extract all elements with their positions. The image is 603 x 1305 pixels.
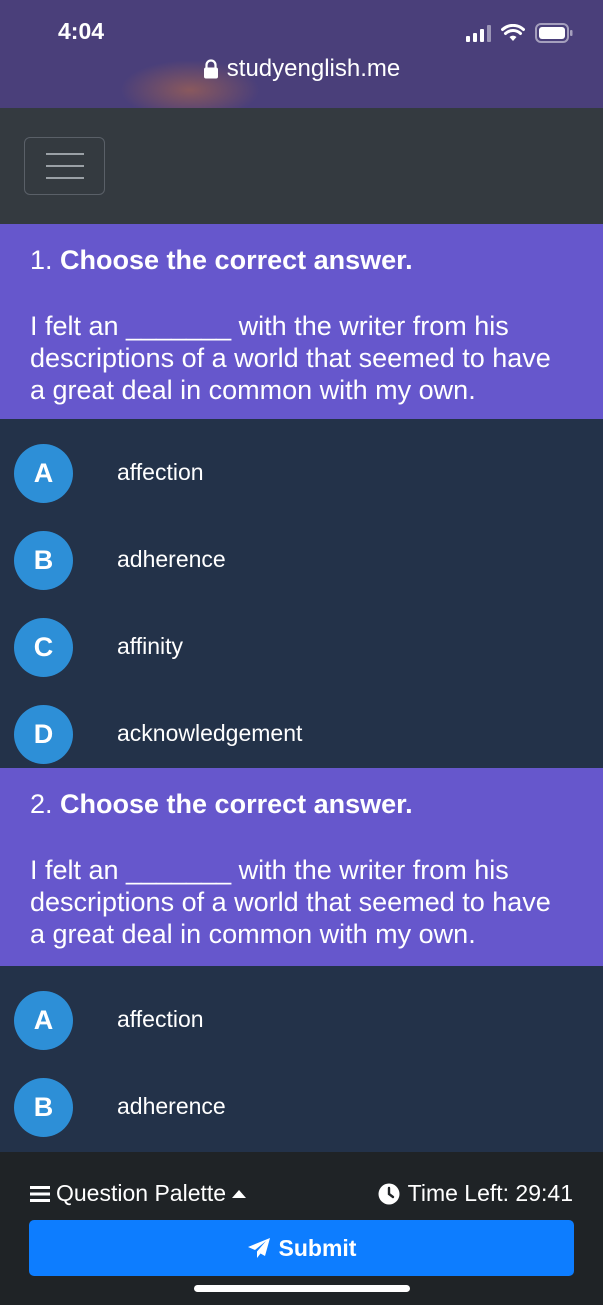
question-card: 2. Choose the correct answer. I felt an … xyxy=(0,768,603,966)
submit-label: Submit xyxy=(278,1234,357,1261)
option-letter: D xyxy=(14,705,73,764)
option-text: acknowledgement xyxy=(117,720,303,746)
question-title: Choose the correct answer. xyxy=(60,245,413,275)
list-icon xyxy=(30,1185,50,1202)
status-bar: 4:04 studyenglish.me xyxy=(0,0,603,120)
question-title: Choose the correct answer. xyxy=(60,789,413,819)
option-letter: C xyxy=(14,618,73,677)
question-heading: 2. Choose the correct answer. xyxy=(30,788,573,820)
submit-button[interactable]: Submit xyxy=(29,1220,574,1276)
option-text: affection xyxy=(117,459,204,485)
question-heading: 1. Choose the correct answer. xyxy=(30,244,573,276)
option-letter: A xyxy=(14,991,73,1050)
palette-label: Question Palette xyxy=(56,1180,227,1206)
option-letter: A xyxy=(14,444,73,503)
option-text: adherence xyxy=(117,1093,226,1119)
option-text: adherence xyxy=(117,546,226,572)
question-card: 1. Choose the correct answer. I felt an … xyxy=(0,224,603,419)
option-text: affection xyxy=(117,1006,204,1032)
option-a[interactable]: A affection xyxy=(0,430,603,517)
hamburger-icon xyxy=(45,153,84,155)
bottom-bar: Question Palette Time Left: 29:41 Submit xyxy=(0,1152,603,1305)
navbar xyxy=(0,108,603,224)
option-b[interactable]: B adherence xyxy=(0,517,603,604)
signal-icon xyxy=(466,24,491,42)
question-number: 1. xyxy=(30,245,53,275)
option-b[interactable]: B adherence xyxy=(0,1064,603,1151)
caret-up-icon xyxy=(232,1189,247,1198)
option-c[interactable]: C affinity xyxy=(0,604,603,691)
question-palette-button[interactable]: Question Palette xyxy=(30,1180,247,1207)
option-text: affinity xyxy=(117,633,184,659)
menu-toggle-button[interactable] xyxy=(24,137,105,195)
address-bar[interactable]: studyenglish.me xyxy=(0,55,603,83)
paper-plane-icon xyxy=(247,1238,270,1258)
clock-icon xyxy=(378,1183,400,1204)
option-d[interactable]: D acknowledgement xyxy=(0,691,603,778)
question-text: I felt an _______ with the writer from h… xyxy=(30,855,551,949)
time-left: Time Left: 29:41 xyxy=(407,1180,573,1206)
option-letter: B xyxy=(14,531,73,590)
question-number: 2. xyxy=(30,789,53,819)
clock: 4:04 xyxy=(58,18,105,44)
url-text: studyenglish.me xyxy=(226,55,401,82)
home-indicator xyxy=(194,1285,410,1292)
question-text: I felt an _______ with the writer from h… xyxy=(30,311,551,405)
battery-icon xyxy=(535,23,573,43)
status-icons xyxy=(466,20,573,46)
option-letter: B xyxy=(14,1078,73,1137)
timer: Time Left: 29:41 xyxy=(378,1180,573,1207)
wifi-icon xyxy=(501,24,525,41)
option-a[interactable]: A affection xyxy=(0,977,603,1064)
lock-icon xyxy=(203,59,218,79)
